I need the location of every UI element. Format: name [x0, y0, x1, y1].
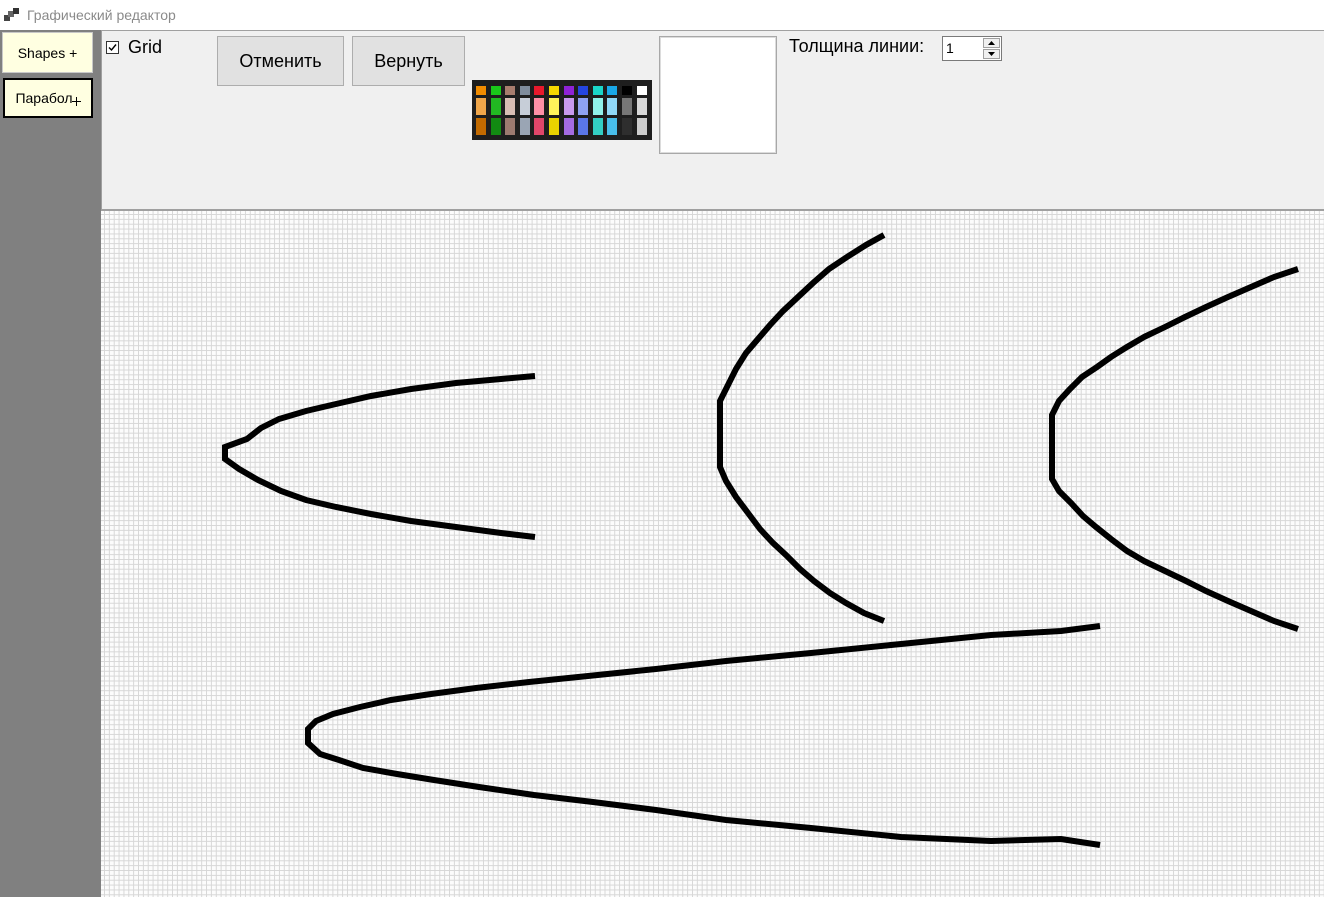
sidebar: Shapes + Парабол: [0, 30, 101, 897]
parabola-shape-2: [717, 232, 886, 624]
grid-toggle[interactable]: Grid: [106, 37, 162, 57]
spin-down-button[interactable]: [983, 49, 1000, 59]
color-swatch[interactable]: [549, 98, 559, 115]
color-swatch[interactable]: [636, 98, 647, 115]
color-swatch[interactable]: [534, 86, 545, 95]
undo-label: Отменить: [239, 50, 322, 71]
color-palette[interactable]: [472, 80, 652, 140]
color-swatch[interactable]: [519, 86, 530, 95]
color-swatch[interactable]: [636, 86, 647, 95]
color-swatch[interactable]: [549, 86, 559, 95]
checkmark-icon: [108, 43, 117, 51]
color-swatch[interactable]: [490, 86, 501, 95]
color-swatch[interactable]: [534, 118, 545, 135]
color-swatch[interactable]: [563, 86, 574, 95]
color-swatch[interactable]: [592, 98, 603, 115]
color-swatch[interactable]: [476, 86, 486, 95]
line-thickness-label: Толщина линии:: [789, 36, 925, 56]
arrow-up-icon: [988, 41, 995, 45]
line-thickness-value[interactable]: 1: [946, 40, 954, 56]
color-swatch[interactable]: [505, 86, 516, 95]
app-window-icon: [4, 8, 19, 21]
shapes-menu-button[interactable]: Shapes +: [2, 32, 93, 73]
parabola-shape-3: [1049, 266, 1299, 632]
color-swatch[interactable]: [592, 86, 603, 95]
color-swatch[interactable]: [476, 98, 486, 115]
color-swatch[interactable]: [622, 118, 632, 135]
color-swatch[interactable]: [592, 118, 603, 135]
color-swatch[interactable]: [519, 98, 530, 115]
toolbar: Grid Отменить Вернуть Толщина линии: 1: [101, 30, 1324, 209]
parabola-tool-button[interactable]: Парабол: [3, 78, 93, 118]
drawing-surface: [222, 232, 1299, 848]
spin-up-button[interactable]: [983, 38, 1000, 48]
parabola-shape-1: [222, 373, 536, 540]
arrow-down-icon: [988, 52, 995, 56]
color-swatch[interactable]: [607, 86, 618, 95]
color-swatch[interactable]: [505, 118, 516, 135]
color-swatch[interactable]: [563, 98, 574, 115]
color-swatch[interactable]: [578, 118, 589, 135]
color-swatch[interactable]: [578, 86, 589, 95]
grid-label: Grid: [128, 37, 163, 57]
redo-label: Вернуть: [374, 50, 443, 71]
parabola-tool-label: Парабол: [15, 90, 73, 106]
redo-button[interactable]: Вернуть: [352, 36, 465, 86]
cursor-crosshair-icon: [71, 96, 81, 106]
grid-checkbox[interactable]: [106, 40, 119, 54]
color-swatch[interactable]: [505, 98, 516, 115]
line-thickness-spinner[interactable]: 1: [942, 36, 1002, 61]
selected-color-preview[interactable]: [659, 36, 777, 154]
color-swatch[interactable]: [622, 98, 632, 115]
window-title: Графический редактор: [27, 7, 176, 23]
undo-button[interactable]: Отменить: [217, 36, 344, 86]
shapes-menu-label: Shapes +: [17, 44, 78, 61]
color-swatch[interactable]: [607, 118, 618, 135]
color-swatch[interactable]: [636, 118, 647, 135]
color-swatch[interactable]: [490, 98, 501, 115]
color-swatch[interactable]: [490, 118, 501, 135]
color-swatch[interactable]: [476, 118, 486, 135]
color-swatch[interactable]: [578, 98, 589, 115]
color-swatch[interactable]: [607, 98, 618, 115]
drawing-canvas[interactable]: [101, 209, 1324, 897]
title-bar: Графический редактор: [0, 0, 1324, 30]
color-swatch[interactable]: [549, 118, 559, 135]
color-swatch[interactable]: [622, 86, 632, 95]
color-swatch[interactable]: [563, 118, 574, 135]
color-swatch[interactable]: [519, 118, 530, 135]
color-swatch[interactable]: [534, 98, 545, 115]
parabola-shape-4: [305, 623, 1101, 848]
